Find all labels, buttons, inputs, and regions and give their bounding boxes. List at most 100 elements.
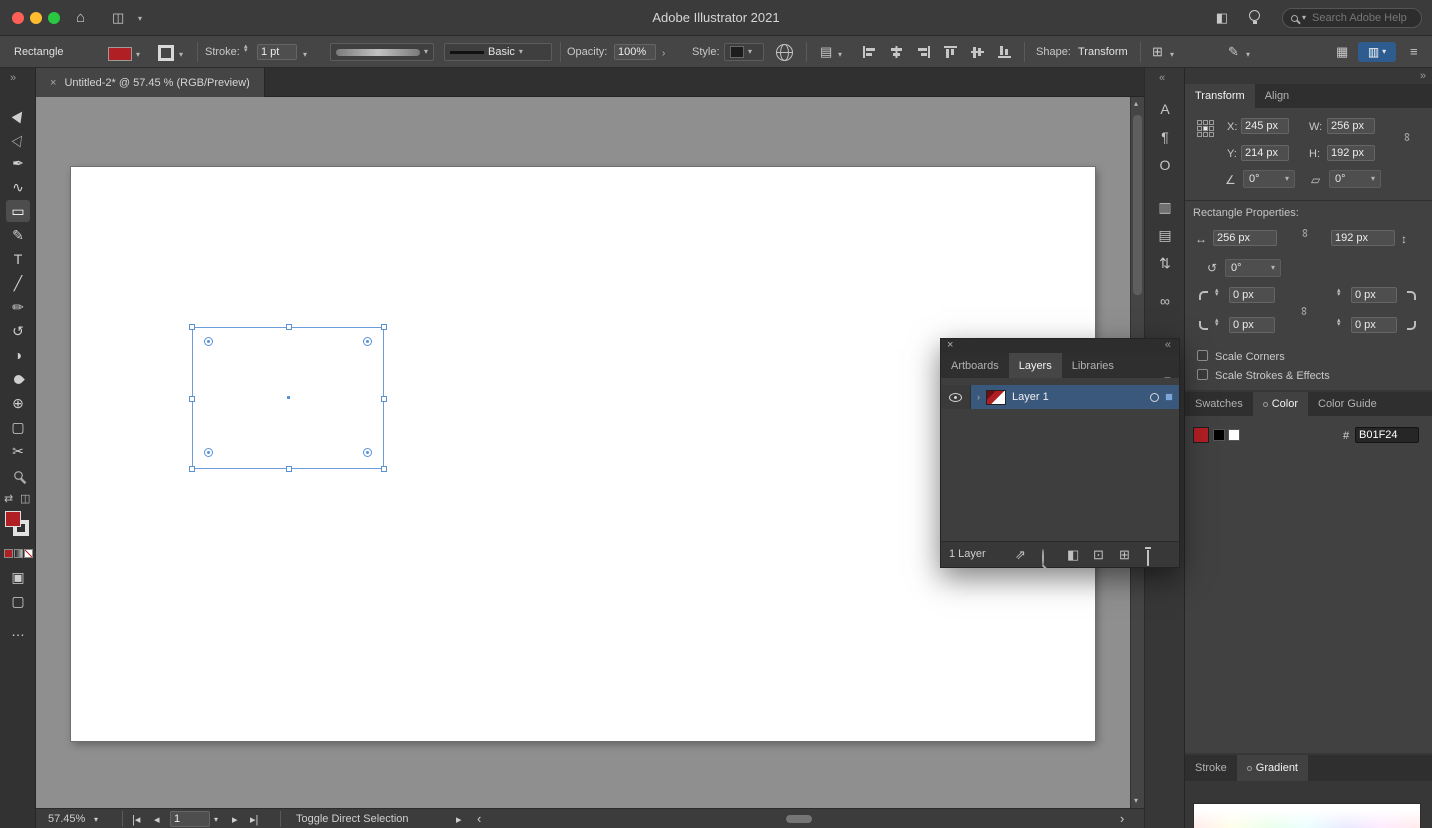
selected-rectangle[interactable] [189,324,387,472]
opentype-panel-icon[interactable]: O [1145,154,1185,176]
rect-height-input[interactable] [1331,230,1395,246]
corner-bl-stepper[interactable]: ▴ ▾ [1215,317,1219,328]
delete-layer-icon[interactable] [1147,550,1149,566]
tab-libraries[interactable]: Libraries [1062,353,1124,378]
width-profile-dropdown[interactable]: ▾ [330,43,434,61]
eyedropper-tool[interactable] [6,368,30,390]
export-panel-icon[interactable]: ⇅ [1145,252,1185,274]
tab-gradient[interactable]: Gradient [1236,755,1308,781]
tab-swatches[interactable]: Swatches [1185,392,1253,416]
scroll-right-arrow-icon[interactable]: › [1120,811,1124,826]
collapse-panels-icon[interactable]: » [1420,70,1426,82]
horizontal-scrollbar-thumb[interactable] [786,815,812,823]
locate-object-icon[interactable] [1042,549,1044,566]
next-artboard-button[interactable]: ▸ [232,813,238,826]
rotate-dropdown[interactable]: 0° ▾ [1243,170,1295,188]
edit-toolbar-button[interactable]: … [6,620,30,642]
selection-center-point[interactable] [286,395,291,400]
transform-button[interactable]: Transform [1078,46,1128,58]
fill-chevron-icon[interactable]: ▾ [136,51,140,59]
selection-handle-top-right[interactable] [381,324,387,330]
corner-br-stepper[interactable]: ▴ ▾ [1337,317,1341,328]
align-right-icon[interactable] [916,45,931,59]
document-tab[interactable]: × Untitled-2* @ 57.45 % (RGB/Preview) [36,68,265,97]
select-similar-chevron-icon[interactable]: ▾ [1246,51,1250,59]
tab-color-guide[interactable]: Color Guide [1308,392,1387,416]
style-dropdown[interactable]: ▾ [724,43,764,61]
layer-visibility-cell[interactable] [941,385,971,409]
status-expand-arrow-icon[interactable]: ▸ [456,813,462,826]
corner-top-right-input[interactable] [1351,287,1397,303]
paintbrush-tool[interactable]: ✎ [6,224,30,246]
white-swatch[interactable] [1228,429,1240,441]
shear-dropdown[interactable]: 0° ▾ [1329,170,1381,188]
isolate-chevron-icon[interactable]: ▾ [1170,51,1174,59]
corner-top-left-input[interactable] [1229,287,1275,303]
screen-mode-button[interactable]: ▢ [6,590,30,612]
isolate-selection-icon[interactable]: ⊞ [1152,45,1163,58]
vertical-scrollbar-thumb[interactable] [1133,115,1142,295]
rect-angle-dropdown[interactable]: 0° ▾ [1225,259,1281,277]
corner-bottom-right-input[interactable] [1351,317,1397,333]
corner-widget-bottom-right[interactable] [363,448,372,457]
selection-handle-top-center[interactable] [286,324,292,330]
align-left-icon[interactable] [862,45,877,59]
selection-handle-top-left[interactable] [189,324,195,330]
hex-input[interactable] [1355,427,1419,443]
color-fill-swatch[interactable] [1193,427,1209,443]
select-similar-icon[interactable]: ✎ [1228,45,1239,58]
selection-handle-bottom-center[interactable] [286,466,292,472]
gradient-mode-swatch[interactable] [14,549,23,558]
control-bar-menu-icon[interactable]: ≡ [1410,45,1418,58]
rectangle-tool[interactable]: ▭ [6,200,30,222]
tab-align[interactable]: Align [1255,84,1299,108]
swap-fill-stroke-icon[interactable]: ⇄ [4,492,13,505]
rect-constrain-link-icon[interactable]: ∞ [1298,229,1312,238]
stroke-color-swatch[interactable] [158,45,174,61]
reference-point-locator[interactable] [1197,120,1214,137]
corner-widget-top-right[interactable] [363,337,372,346]
fill-color-swatch[interactable] [108,47,132,61]
close-document-icon[interactable]: × [50,77,56,89]
make-clipping-mask-icon[interactable]: ◧ [1067,547,1079,563]
shape-builder-tool[interactable]: ⊕ [6,392,30,414]
layers-panel-close-icon[interactable]: × [947,339,953,351]
artboard-tool[interactable]: ▢ [6,416,30,438]
scroll-up-arrow-icon[interactable]: ▴ [1134,100,1138,108]
scale-corners-checkbox[interactable] [1197,350,1208,361]
scale-strokes-checkbox[interactable] [1197,369,1208,380]
pen-tool[interactable]: ✒ [6,152,30,174]
black-swatch[interactable] [1213,429,1225,441]
previous-artboard-button[interactable]: ◂ [154,813,160,826]
align-horizontal-center-icon[interactable] [889,45,904,59]
layer-name[interactable]: Layer 1 [1012,391,1144,403]
corner-widget-top-left[interactable] [204,337,213,346]
tab-stroke[interactable]: Stroke [1185,755,1237,781]
corner-widget-bottom-left[interactable] [204,448,213,457]
appearance-panel-icon[interactable]: ▥ [1145,196,1185,218]
x-input[interactable] [1241,118,1289,134]
corner-tr-stepper[interactable]: ▴ ▾ [1337,287,1341,298]
layer-expand-chevron-icon[interactable]: › [977,392,980,402]
opacity-input[interactable] [614,44,656,60]
color-mode-swatch[interactable] [4,549,13,558]
zoom-chevron-icon[interactable]: ▾ [94,816,98,824]
arrange-documents-button[interactable]: ▥ ▾ [1358,42,1396,62]
layer-target-circle[interactable] [1150,392,1159,402]
scroll-left-arrow-icon[interactable]: ‹ [477,811,481,826]
collect-for-export-icon[interactable]: ⇗ [1015,547,1026,563]
stroke-weight-stepper[interactable]: ▴ ▾ [244,43,248,54]
stroke-weight-input[interactable] [257,44,297,60]
corner-link-icon[interactable]: ∞ [1297,307,1311,316]
document-grid-icon[interactable]: ▦ [1336,45,1348,58]
selection-handle-bottom-right[interactable] [381,466,387,472]
gradient-tool[interactable]: ◑ [6,344,30,366]
default-fill-stroke-icon[interactable]: ◫ [20,492,30,505]
color-spectrum[interactable] [1193,803,1421,828]
zoom-tool[interactable] [6,464,30,486]
last-artboard-button[interactable]: ▸| [250,813,258,826]
artboard-options-icon[interactable]: ▤ [820,45,832,58]
corner-tl-stepper[interactable]: ▴ ▾ [1215,287,1219,298]
new-sublayer-icon[interactable]: ⊡ [1093,547,1104,563]
layer-row[interactable]: › Layer 1 [941,385,1179,409]
